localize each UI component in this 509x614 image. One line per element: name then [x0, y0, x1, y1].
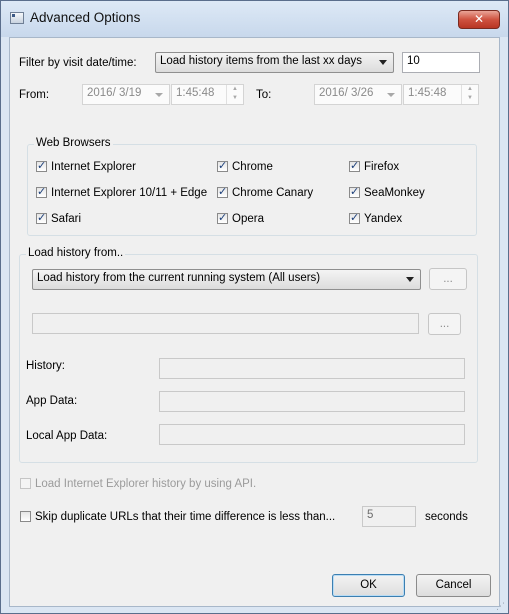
checkbox-firefox[interactable]: Firefox: [349, 159, 400, 173]
checkbox-label: Safari: [51, 213, 82, 225]
to-date-picker[interactable]: 2016/ 3/26: [314, 84, 402, 105]
checkbox-label: Chrome Canary: [232, 187, 314, 199]
checkbox-checked-icon[interactable]: [349, 211, 360, 224]
from-time-spinner[interactable]: ▲ ▼: [226, 85, 243, 104]
from-time-value: 1:45:48: [176, 87, 215, 99]
history-source-select[interactable]: Load history from the current running sy…: [32, 269, 421, 290]
chevron-down-icon: [155, 93, 163, 97]
from-date-picker[interactable]: 2016/ 3/19: [82, 84, 170, 105]
checkbox-internet-explorer[interactable]: Internet Explorer: [36, 159, 137, 173]
seconds-label: seconds: [425, 511, 468, 523]
checkbox-label: Load Internet Explorer history by using …: [35, 478, 257, 490]
spin-up-icon[interactable]: ▲: [227, 85, 243, 94]
checkbox-unchecked-icon[interactable]: [20, 478, 31, 489]
checkbox-checked-icon[interactable]: [217, 185, 228, 198]
web-browsers-title: Web Browsers: [34, 137, 113, 149]
chevron-down-icon: [379, 60, 387, 65]
checkbox-label: Internet Explorer: [51, 161, 137, 173]
checkbox-label: Firefox: [364, 161, 400, 173]
spin-down-icon[interactable]: ▼: [462, 94, 478, 103]
history-label: History:: [26, 360, 65, 372]
checkbox-label: Opera: [232, 213, 264, 225]
from-date-value: 2016/ 3/19: [87, 87, 142, 99]
checkbox-label: Skip duplicate URLs that their time diff…: [35, 511, 336, 523]
filter-mode-select[interactable]: Load history items from the last xx days: [155, 52, 394, 73]
close-button[interactable]: ✕: [458, 10, 500, 29]
window-title: Advanced Options: [30, 10, 141, 25]
days-input[interactable]: 10: [402, 52, 480, 73]
from-label: From:: [19, 89, 50, 101]
to-date-value: 2016/ 3/26: [319, 87, 374, 99]
checkbox-seamonkey[interactable]: SeaMonkey: [349, 185, 425, 199]
to-label: To:: [256, 89, 272, 101]
from-time-picker[interactable]: 1:45:48 ▲ ▼: [171, 84, 244, 105]
checkbox-unchecked-icon[interactable]: [20, 511, 31, 522]
checkbox-skip-duplicates[interactable]: Skip duplicate URLs that their time diff…: [20, 511, 335, 523]
checkbox-opera[interactable]: Opera: [217, 211, 264, 225]
checkbox-ie-api[interactable]: Load Internet Explorer history by using …: [20, 478, 256, 490]
dialog-body: Filter by visit date/time: Load history …: [9, 37, 500, 607]
checkbox-checked-icon[interactable]: [36, 185, 47, 198]
checkbox-label: Yandex: [364, 213, 403, 225]
app-window-icon: [10, 12, 24, 24]
checkbox-checked-icon[interactable]: [349, 159, 360, 172]
checkbox-ie-10-11-edge[interactable]: Internet Explorer 10/11 + Edge: [36, 185, 208, 199]
localappdata-path-input[interactable]: [159, 424, 465, 445]
source-browse-button[interactable]: ...: [429, 268, 467, 290]
checkbox-checked-icon[interactable]: [36, 211, 47, 224]
checkbox-chrome-canary[interactable]: Chrome Canary: [217, 185, 314, 199]
spin-up-icon[interactable]: ▲: [462, 85, 478, 94]
spin-down-icon[interactable]: ▼: [227, 94, 243, 103]
history-path-input[interactable]: [159, 358, 465, 379]
seconds-input[interactable]: 5: [362, 506, 416, 527]
folder-input[interactable]: [32, 313, 419, 334]
resize-grip-icon[interactable]: ⋰: [496, 601, 506, 611]
advanced-options-dialog: Advanced Options ✕ Filter by visit date/…: [0, 0, 509, 614]
checkbox-checked-icon[interactable]: [349, 185, 360, 198]
filter-mode-value: Load history items from the last xx days: [160, 55, 362, 67]
checkbox-label: Internet Explorer 10/11 + Edge: [51, 187, 208, 199]
title-bar[interactable]: Advanced Options ✕: [1, 1, 508, 37]
folder-browse-button[interactable]: ...: [428, 313, 461, 335]
filter-label: Filter by visit date/time:: [19, 57, 137, 69]
checkbox-checked-icon[interactable]: [217, 211, 228, 224]
history-source-value: Load history from the current running sy…: [37, 272, 321, 284]
checkbox-chrome[interactable]: Chrome: [217, 159, 273, 173]
appdata-label: App Data:: [26, 395, 78, 407]
checkbox-checked-icon[interactable]: [36, 159, 47, 172]
checkbox-yandex[interactable]: Yandex: [349, 211, 403, 225]
checkbox-label: SeaMonkey: [364, 187, 425, 199]
to-time-picker[interactable]: 1:45:48 ▲ ▼: [403, 84, 479, 105]
appdata-path-input[interactable]: [159, 391, 465, 412]
load-history-title: Load history from..: [26, 247, 126, 259]
chevron-down-icon: [387, 93, 395, 97]
to-time-spinner[interactable]: ▲ ▼: [461, 85, 478, 104]
checkbox-checked-icon[interactable]: [217, 159, 228, 172]
chevron-down-icon: [406, 277, 414, 282]
localappdata-label: Local App Data:: [26, 430, 108, 442]
cancel-button[interactable]: Cancel: [416, 574, 491, 597]
checkbox-label: Chrome: [232, 161, 273, 173]
ok-button[interactable]: OK: [332, 574, 405, 597]
checkbox-safari[interactable]: Safari: [36, 211, 82, 225]
to-time-value: 1:45:48: [408, 87, 447, 99]
